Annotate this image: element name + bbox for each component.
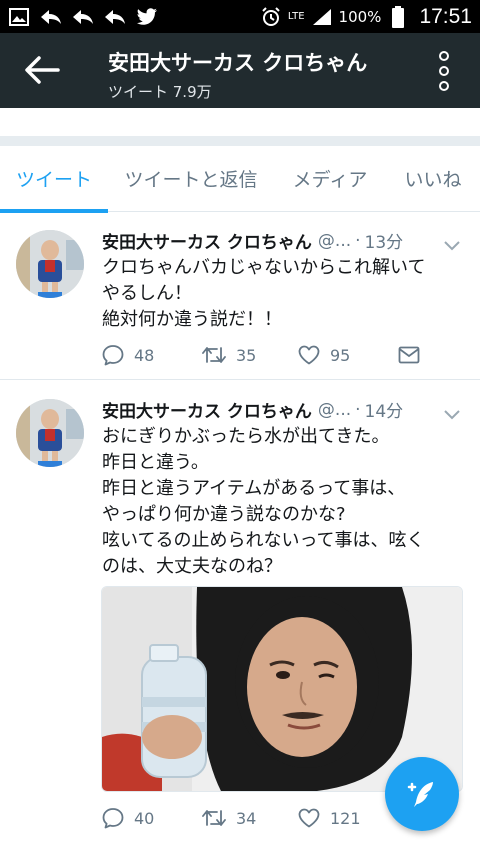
profile-header: 安田大サーカス クロちゃん ツイート 7.9万 xyxy=(0,33,480,108)
avatar[interactable] xyxy=(16,399,84,467)
reply-icon xyxy=(102,808,124,829)
retweet-button[interactable]: 34 xyxy=(202,808,298,828)
like-button[interactable]: 121 xyxy=(298,808,398,828)
twitter-bird-icon xyxy=(136,6,158,28)
mail-icon xyxy=(398,346,420,364)
compose-tweet-button[interactable] xyxy=(385,757,459,831)
retweet-count: 35 xyxy=(236,345,257,365)
signal-icon xyxy=(311,6,333,28)
heart-icon xyxy=(298,345,320,365)
reply-notification-icon-2 xyxy=(72,6,94,28)
tweet-actions: 40 34 121 xyxy=(102,805,432,831)
tweet-text-line: 呟いてるの止められないって事は、呟く xyxy=(102,530,425,551)
header-spacer xyxy=(0,108,480,136)
direct-message-button[interactable] xyxy=(398,346,420,364)
tab-likes[interactable]: いいね xyxy=(386,146,480,212)
tweet-timestamp: 14分 xyxy=(364,402,404,422)
chevron-down-icon[interactable] xyxy=(444,236,460,251)
back-button[interactable] xyxy=(24,55,60,85)
image-notification-icon xyxy=(8,6,30,28)
chevron-down-icon[interactable] xyxy=(444,405,460,420)
profile-tabs: ツイート ツイートと返信 メディア いいね xyxy=(0,146,480,213)
alarm-icon xyxy=(260,6,282,28)
tweet-text-line: 昨日と違う。 xyxy=(102,452,209,473)
like-count: 121 xyxy=(330,808,361,828)
retweet-icon xyxy=(202,347,226,363)
battery-icon xyxy=(387,5,409,28)
retweet-count: 34 xyxy=(236,808,257,828)
more-options-icon[interactable] xyxy=(434,51,454,91)
retweet-button[interactable]: 35 xyxy=(202,345,298,365)
heart-icon xyxy=(298,808,320,828)
reply-button[interactable]: 40 xyxy=(102,807,202,829)
reply-notification-icon-3 xyxy=(104,6,126,28)
tweet-timestamp: 13分 xyxy=(364,233,404,253)
back-arrow-icon xyxy=(25,56,60,84)
tab-media[interactable]: メディア xyxy=(274,146,386,212)
tweet-author-name[interactable]: 安田大サーカス クロちゃん xyxy=(102,397,312,422)
tweet-text-line: おにぎりかぶったら水が出てきた。 xyxy=(102,426,390,447)
reply-button[interactable]: 48 xyxy=(102,344,202,366)
tab-tweets-and-replies[interactable]: ツイートと返信 xyxy=(108,146,274,212)
tweet-author-name[interactable]: 安田大サーカス クロちゃん xyxy=(102,228,312,253)
separator-dot: · xyxy=(355,399,361,420)
tweet-text-line: 昨日と違うアイテムがあるって事は、 xyxy=(102,478,406,499)
profile-name: 安田大サーカス クロちゃん xyxy=(108,51,368,75)
divider xyxy=(0,136,480,146)
retweet-icon xyxy=(202,810,226,826)
reply-icon xyxy=(102,345,124,366)
clock: 17:51 xyxy=(419,4,472,28)
reply-count: 40 xyxy=(134,808,155,828)
tweet-author-handle[interactable]: @... xyxy=(318,400,351,420)
separator-dot: · xyxy=(355,230,361,251)
tweet-text-line: やっぱり何か違う説なのかな? xyxy=(102,504,346,525)
avatar[interactable] xyxy=(16,230,84,298)
tweet-count: ツイート 7.9万 xyxy=(108,83,212,101)
reply-count: 48 xyxy=(134,345,155,365)
tweet-text-line: のは、大丈夫なのね？ xyxy=(102,556,282,577)
tweet-item[interactable]: 安田大サーカス クロちゃん @... · 13分 クロちゃんバカじゃないからこれ… xyxy=(0,212,480,380)
tweet-text-line: クロちゃんバカじゃないからこれ解いて xyxy=(102,257,426,278)
like-count: 95 xyxy=(330,345,351,365)
battery-percent: 100% xyxy=(338,7,382,26)
compose-quill-icon xyxy=(407,782,433,807)
tweet-author-handle[interactable]: @... xyxy=(318,231,351,251)
tweet-text: クロちゃんバカじゃないからこれ解いて やるしん！ 絶対何か違う説だ！！ xyxy=(102,255,462,333)
tweet-text: おにぎりかぶったら水が出てきた。 昨日と違う。 昨日と違うアイテムがあるって事は… xyxy=(102,424,462,580)
like-button[interactable]: 95 xyxy=(298,345,398,365)
tab-tweets[interactable]: ツイート xyxy=(0,146,108,213)
tweet-actions: 48 35 95 xyxy=(102,342,432,368)
reply-notification-icon xyxy=(40,6,62,28)
tweet-text-line: やるしん！ xyxy=(102,283,192,304)
tweet-text-line: 絶対何か違う説だ！！ xyxy=(102,309,282,330)
status-bar: LTE 100% 17:51 xyxy=(0,0,480,33)
network-type-label: LTE xyxy=(287,10,305,22)
